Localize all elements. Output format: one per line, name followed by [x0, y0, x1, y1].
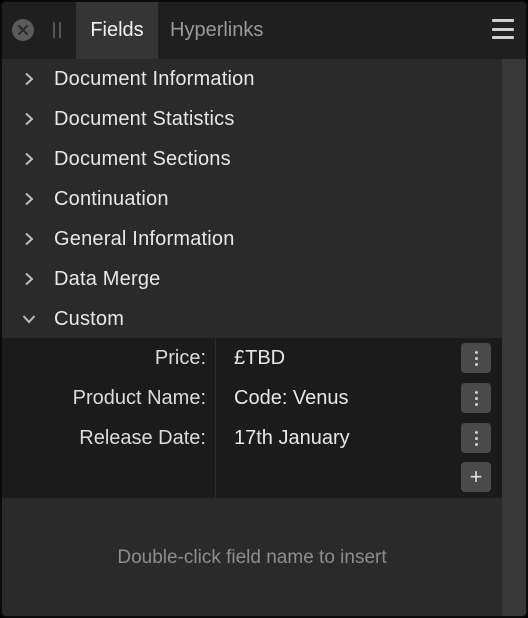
- chevron-down-icon[interactable]: [2, 299, 54, 339]
- chevron-right-icon[interactable]: [2, 259, 54, 299]
- insert-hint: Double-click field name to insert: [117, 547, 387, 568]
- chevron-right-icon[interactable]: [2, 99, 54, 139]
- field-name[interactable]: Product Name:: [73, 378, 206, 418]
- field-section-list: Document Information Document Statistics…: [2, 59, 502, 339]
- chevron-right-icon[interactable]: [2, 179, 54, 219]
- kebab-icon[interactable]: [461, 423, 491, 453]
- field-name[interactable]: Price:: [155, 338, 206, 378]
- panel-header: Fields Hyperlinks: [2, 2, 526, 59]
- section-label: Document Information: [54, 67, 255, 90]
- kebab-icon[interactable]: [461, 383, 491, 413]
- kebab-icon[interactable]: [461, 343, 491, 373]
- tab-fields[interactable]: Fields: [76, 2, 158, 59]
- section-continuation[interactable]: Continuation: [2, 179, 502, 219]
- chevron-right-icon[interactable]: [2, 59, 54, 99]
- tab-hyperlinks[interactable]: Hyperlinks: [158, 2, 275, 59]
- section-document-statistics[interactable]: Document Statistics: [2, 99, 502, 139]
- close-icon[interactable]: [12, 19, 34, 41]
- section-label: Document Sections: [54, 147, 231, 170]
- custom-field-row[interactable]: Price: £TBD: [2, 338, 502, 378]
- section-label: Data Merge: [54, 267, 161, 290]
- grip-icon[interactable]: [53, 22, 61, 38]
- section-label: Continuation: [54, 187, 169, 210]
- section-data-merge[interactable]: Data Merge: [2, 259, 502, 299]
- hamburger-menu-icon[interactable]: [492, 19, 514, 39]
- section-label: Document Statistics: [54, 107, 235, 130]
- field-value[interactable]: Code: Venus: [234, 378, 349, 418]
- custom-field-row[interactable]: Product Name: Code: Venus: [2, 378, 502, 418]
- field-value[interactable]: 17th January: [234, 418, 350, 458]
- field-value[interactable]: £TBD: [234, 338, 285, 378]
- custom-field-row[interactable]: Release Date: 17th January: [2, 418, 502, 458]
- section-document-information[interactable]: Document Information: [2, 59, 502, 99]
- chevron-right-icon[interactable]: [2, 219, 54, 259]
- scrollbar-track[interactable]: [502, 59, 526, 616]
- section-general-information[interactable]: General Information: [2, 219, 502, 259]
- field-name[interactable]: Release Date:: [79, 418, 206, 458]
- section-label: Custom: [54, 307, 125, 330]
- add-field-button[interactable]: +: [461, 462, 491, 492]
- chevron-right-icon[interactable]: [2, 139, 54, 179]
- custom-fields-table: Price: £TBD Product Name: Code: Venus Re…: [2, 338, 502, 498]
- section-document-sections[interactable]: Document Sections: [2, 139, 502, 179]
- section-custom[interactable]: Custom: [2, 299, 502, 339]
- section-label: General Information: [54, 227, 235, 250]
- fields-panel: Fields Hyperlinks Document Information D…: [0, 0, 528, 618]
